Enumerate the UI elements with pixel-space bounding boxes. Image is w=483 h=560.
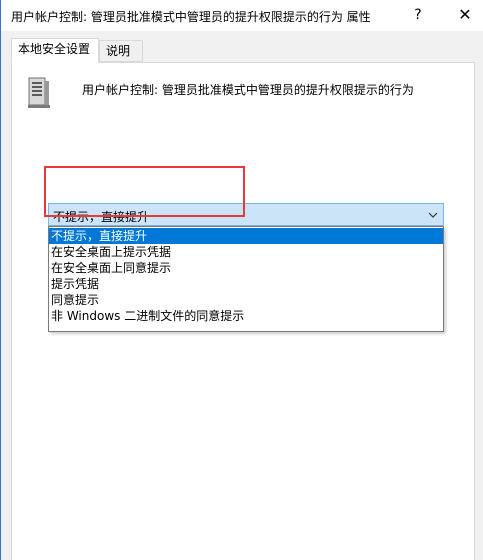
dropdown-option-prompt-consent[interactable]: 同意提示 <box>49 292 443 308</box>
chevron-down-icon[interactable] <box>427 209 439 221</box>
help-button[interactable]: ? <box>405 4 431 26</box>
policy-name: 用户帐户控制: 管理员批准模式中管理员的提升权限提示的行为 <box>82 83 414 97</box>
dropdown-option-consent-secure-desktop[interactable]: 在安全桌面上同意提示 <box>49 260 443 276</box>
dropdown-option-credentials-secure-desktop[interactable]: 在安全桌面上提示凭据 <box>49 244 443 260</box>
server-computer-icon <box>28 77 50 108</box>
window-title: 用户帐户控制: 管理员批准模式中管理员的提升权限提示的行为 属性 <box>11 10 371 24</box>
tab-local-security-setting[interactable]: 本地安全设置 <box>11 38 99 63</box>
dropdown-option-consent-non-windows-binaries[interactable]: 非 Windows 二进制文件的同意提示 <box>49 308 443 324</box>
properties-dialog: 用户帐户控制: 管理员批准模式中管理员的提升权限提示的行为 属性 ? ✕ 本地安… <box>0 0 483 560</box>
combobox-dropdown-list: 不提示，直接提升 在安全桌面上提示凭据 在安全桌面上同意提示 提示凭据 同意提示… <box>48 226 444 332</box>
close-button[interactable]: ✕ <box>452 4 478 26</box>
dropdown-option-prompt-credentials[interactable]: 提示凭据 <box>49 276 443 292</box>
dialog-body: 本地安全设置 说明 用户帐户控制: 管理员批准模式中管理员的提升权限提示的行为 … <box>1 31 483 560</box>
tab-explain[interactable]: 说明 <box>99 40 143 62</box>
combobox-value: 不提示，直接提升 <box>53 210 150 224</box>
setting-combobox[interactable]: 不提示，直接提升 <box>48 203 444 226</box>
tab-panel: 用户帐户控制: 管理员批准模式中管理员的提升权限提示的行为 不提示，直接提升 不… <box>11 62 475 560</box>
dropdown-option-elevate-without-prompt[interactable]: 不提示，直接提升 <box>49 228 443 244</box>
title-bar[interactable]: 用户帐户控制: 管理员批准模式中管理员的提升权限提示的行为 属性 ? ✕ <box>1 0 483 31</box>
